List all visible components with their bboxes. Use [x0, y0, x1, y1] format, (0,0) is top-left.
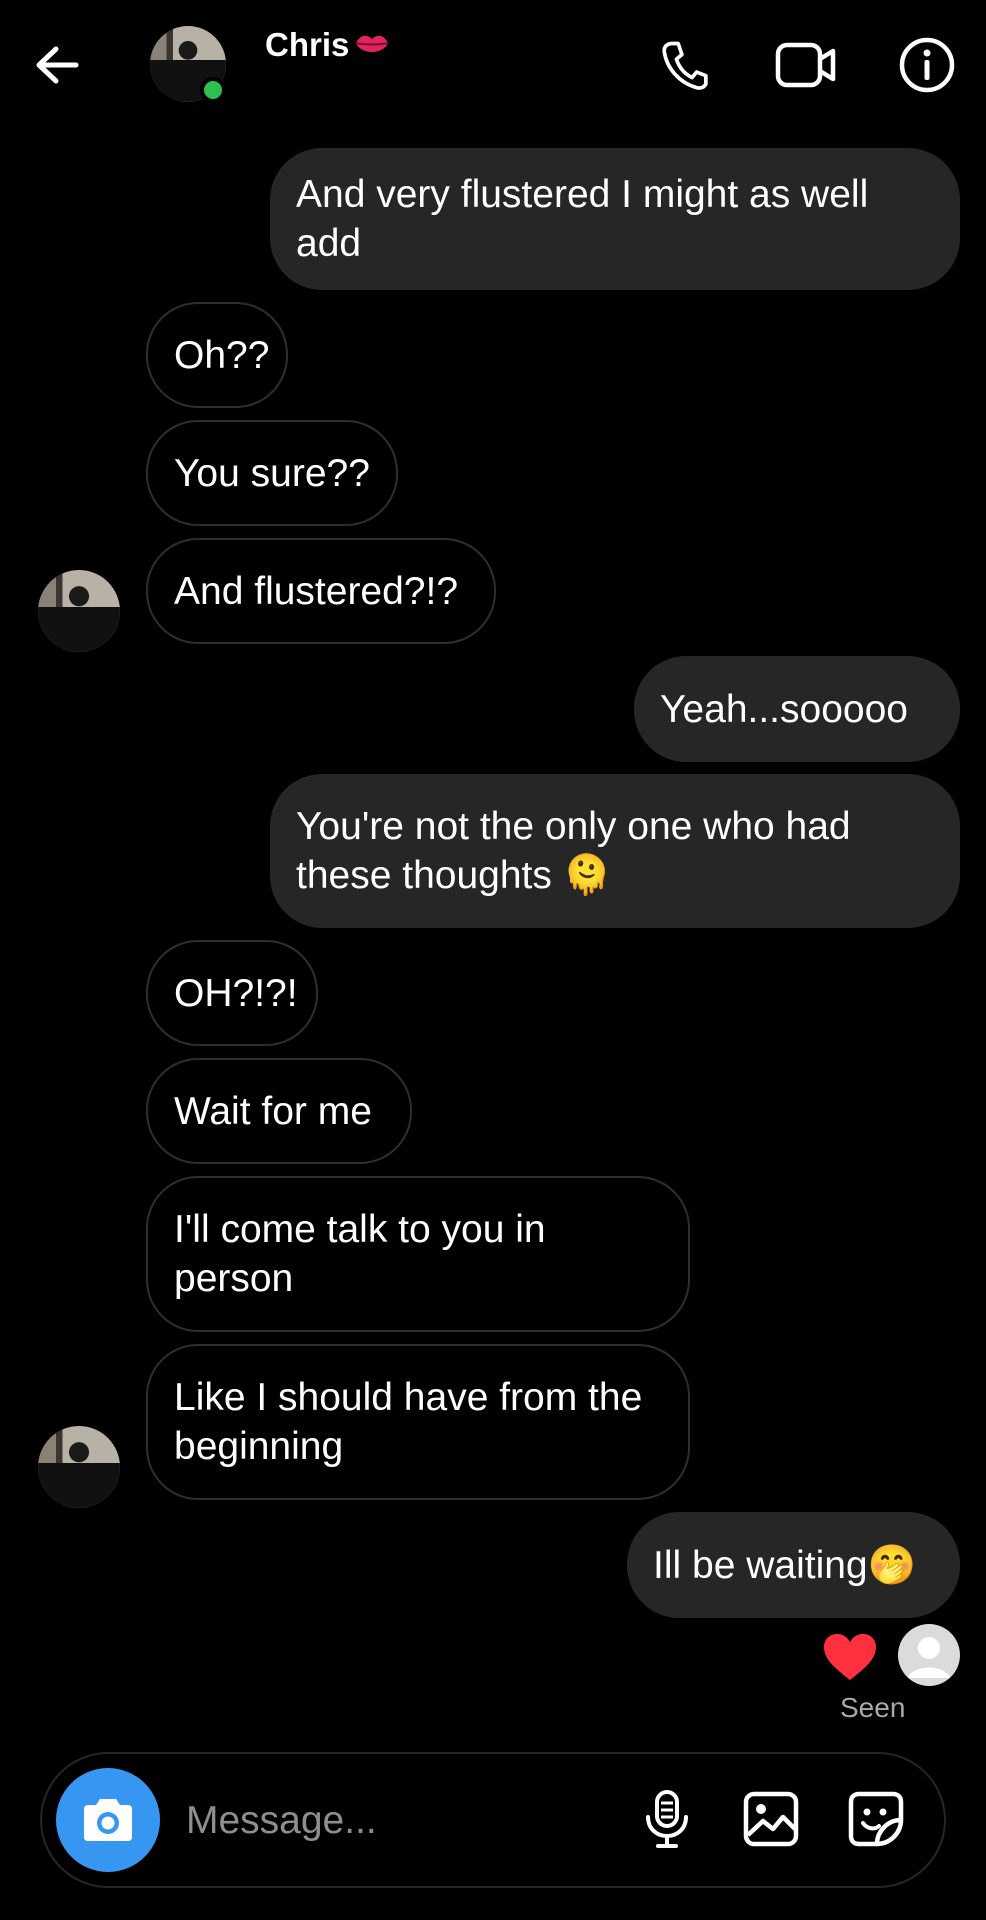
message-bubble-received[interactable]: You sure??	[146, 420, 398, 526]
message-text: Ill be waiting🤭	[653, 1543, 917, 1587]
message-text: I'll come talk to you in person	[174, 1208, 546, 1300]
back-arrow-icon	[36, 46, 79, 84]
message-text: Like I should have from the beginning	[174, 1376, 643, 1468]
video-call-button[interactable]	[775, 34, 837, 96]
sticker-button[interactable]	[843, 1786, 909, 1852]
message-bubble-received[interactable]: I'll come talk to you in person	[146, 1176, 690, 1332]
info-icon	[899, 37, 955, 93]
seen-status-label: Seen	[840, 1692, 906, 1723]
voice-message-button[interactable]	[634, 1786, 700, 1852]
camera-icon	[84, 1799, 132, 1841]
conversation-info-button[interactable]	[896, 34, 958, 96]
heart-reaction[interactable]	[822, 1632, 878, 1687]
back-button[interactable]	[34, 40, 98, 90]
message-bubble-sent[interactable]: Ill be waiting🤭	[627, 1512, 960, 1618]
contact-name[interactable]: Chris	[265, 26, 391, 64]
message-bubble-received[interactable]: Like I should have from the beginning	[146, 1344, 690, 1500]
message-bubble-received[interactable]: And flustered?!?	[146, 538, 496, 644]
message-text: Oh??	[174, 333, 270, 377]
message-text: You sure??	[174, 451, 370, 495]
sender-avatar[interactable]	[38, 570, 120, 652]
message-text: Yeah...sooooo	[660, 687, 908, 731]
message-text: Wait for me	[174, 1089, 372, 1133]
melting-face-emoji: 🫠	[562, 854, 612, 897]
seen-by-avatar	[898, 1624, 960, 1686]
sender-avatar[interactable]	[38, 1426, 120, 1508]
lips-emoji-icon	[356, 35, 389, 52]
voice-call-button[interactable]	[652, 34, 714, 96]
gallery-icon	[743, 1791, 799, 1847]
phone-icon	[662, 41, 708, 90]
message-bubble-sent[interactable]: Yeah...sooooo	[634, 656, 960, 762]
sticker-icon	[848, 1791, 904, 1847]
heart-icon	[824, 1634, 876, 1680]
online-status-dot	[200, 77, 226, 103]
message-bubble-sent[interactable]: And very flustered I might as well add	[270, 148, 960, 290]
message-bubble-received[interactable]: Wait for me	[146, 1058, 412, 1164]
video-camera-icon	[775, 42, 836, 88]
message-bubble-sent[interactable]: You're not the only one who had these th…	[270, 774, 960, 928]
hand-over-mouth-emoji: 🤭	[867, 1543, 917, 1587]
microphone-icon	[646, 1790, 688, 1848]
message-text: And flustered?!?	[174, 569, 459, 613]
camera-button[interactable]	[56, 1768, 160, 1872]
message-bubble-received[interactable]: Oh??	[146, 302, 288, 408]
contact-name-text: Chris	[265, 26, 350, 63]
message-text: And very flustered I might as well add	[296, 173, 869, 265]
gallery-button[interactable]	[738, 1786, 804, 1852]
message-bubble-received[interactable]: OH?!?!	[146, 940, 318, 1046]
message-text: OH?!?!	[174, 971, 298, 1015]
message-text: You're not the only one who had these th…	[296, 805, 851, 897]
message-input[interactable]	[184, 1792, 628, 1850]
